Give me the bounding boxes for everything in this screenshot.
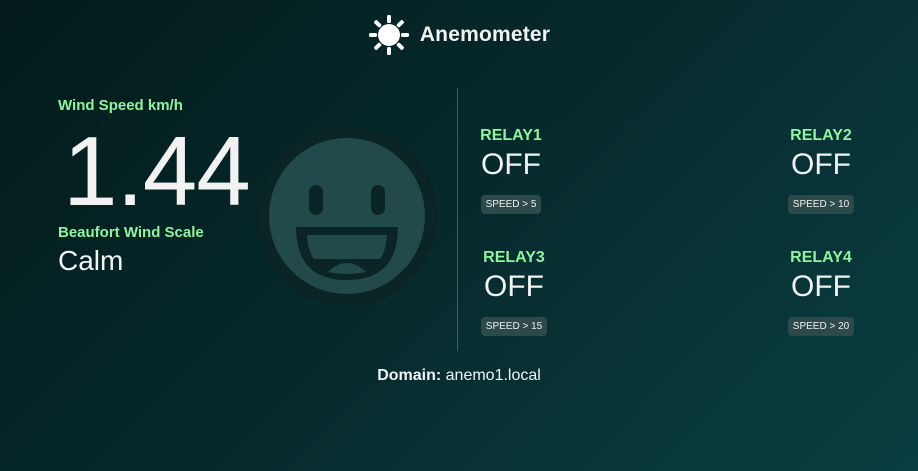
relay-threshold-badge: SPEED > 10	[787, 195, 855, 214]
happy-face-icon	[257, 126, 437, 306]
relay-3: RELAY3 OFF SPEED > 15	[469, 249, 559, 336]
footer: Domain: anemo1.local	[0, 367, 918, 385]
relay-state: OFF	[484, 270, 544, 303]
relay-threshold-badge: SPEED > 15	[480, 317, 548, 336]
relay-name: RELAY2	[790, 127, 852, 144]
domain-value: anemo1.local	[445, 367, 541, 384]
relay-name: RELAY3	[483, 249, 545, 266]
beaufort-value: Calm	[58, 245, 124, 276]
relay-state: OFF	[791, 270, 851, 303]
relay-name: RELAY1	[480, 127, 542, 144]
sun-icon	[368, 15, 409, 55]
wind-panel: Wind Speed km/h 1.44 Beaufort Wind Scale…	[58, 97, 278, 277]
relay-4: RELAY4 OFF SPEED > 20	[776, 249, 866, 336]
divider	[457, 88, 458, 351]
relay-1: RELAY1 OFF SPEED > 5	[466, 127, 556, 214]
wind-speed-label: Wind Speed km/h	[58, 97, 183, 114]
relay-name: RELAY4	[790, 249, 852, 266]
relay-threshold-badge: SPEED > 5	[480, 195, 542, 214]
wind-speed-value: 1.44	[63, 116, 251, 226]
page-title: Anemometer	[419, 23, 551, 46]
beaufort-label: Beaufort Wind Scale	[58, 224, 204, 241]
relay-state: OFF	[791, 148, 851, 181]
relay-state: OFF	[481, 148, 541, 181]
relay-2: RELAY2 OFF SPEED > 10	[776, 127, 866, 214]
relay-threshold-badge: SPEED > 20	[787, 317, 855, 336]
domain-label: Domain:	[377, 367, 442, 384]
header: Anemometer	[0, 14, 918, 56]
